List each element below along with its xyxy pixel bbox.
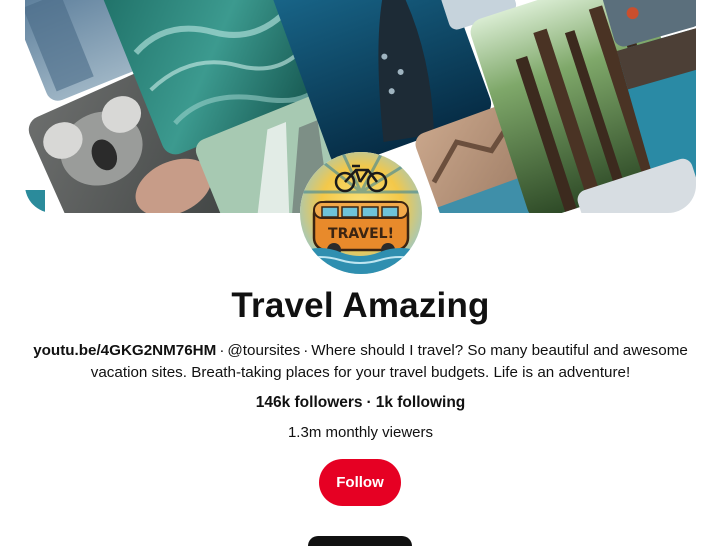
profile-website-link[interactable]: youtu.be/4GKG2NM76HM [33, 342, 216, 359]
next-section-edge [308, 536, 412, 546]
avatar-illustration: TRAVEL! [300, 152, 422, 274]
profile-avatar[interactable]: TRAVEL! [300, 152, 422, 274]
followers-count[interactable]: 146k followers [256, 394, 363, 411]
svg-text:TRAVEL!: TRAVEL! [328, 226, 394, 242]
separator-dot: · [366, 394, 372, 411]
separator-dot: · [219, 342, 225, 359]
profile-stats: 146k followers · 1k following [0, 392, 721, 414]
follow-button[interactable]: Follow [319, 459, 401, 506]
profile-about: youtu.be/4GKG2NM76HM · @toursites · Where sh… [30, 340, 691, 384]
monthly-viewers: 1.3m monthly viewers [287, 424, 434, 441]
profile-handle: @toursites [227, 342, 301, 359]
profile-name: Travel Amazing [231, 286, 490, 325]
separator-dot: · [303, 342, 309, 359]
following-count[interactable]: 1k following [376, 394, 466, 411]
